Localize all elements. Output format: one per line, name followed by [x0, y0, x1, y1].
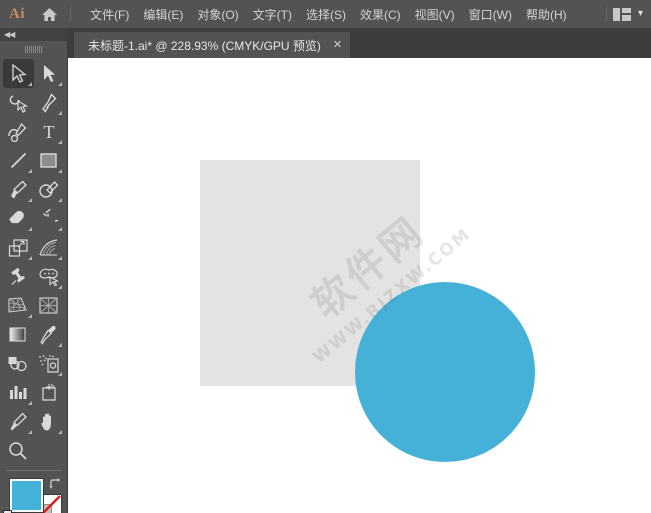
menu-select[interactable]: 选择(S) — [299, 1, 353, 28]
menu-view[interactable]: 视图(V) — [408, 1, 462, 28]
illustrator-window: Ai 文件(F) 编辑(E) 对象(O) 文字(T) 选择(S) 效果(C) 视… — [0, 0, 651, 513]
tool-blend[interactable] — [3, 349, 34, 378]
tool-curvature[interactable] — [3, 117, 34, 146]
workspace-layout-icon[interactable] — [613, 7, 631, 21]
tool-hand[interactable] — [34, 407, 65, 436]
swap-fill-stroke-icon[interactable] — [49, 477, 62, 495]
tool-shaper[interactable] — [34, 175, 65, 204]
tool-free-transform[interactable] — [3, 262, 34, 291]
menu-window[interactable]: 窗口(W) — [462, 1, 519, 28]
tool-zoom[interactable] — [3, 436, 34, 465]
tool-grid: T — [0, 57, 67, 465]
menu-item-list: 文件(F) 编辑(E) 对象(O) 文字(T) 选择(S) 效果(C) 视图(V… — [83, 1, 574, 28]
menu-divider-2 — [606, 6, 608, 22]
tool-pen[interactable] — [34, 88, 65, 117]
app-logo: Ai — [9, 5, 25, 22]
menu-help[interactable]: 帮助(H) — [519, 1, 574, 28]
tool-shape-builder[interactable] — [34, 262, 65, 291]
tool-symbol-sprayer[interactable] — [34, 349, 65, 378]
tool-artboard[interactable] — [34, 378, 65, 407]
tool-rectangle[interactable] — [34, 146, 65, 175]
ellipse-shape[interactable] — [355, 282, 535, 462]
tool-flyout-indicator — [27, 169, 32, 173]
tool-flyout-indicator — [58, 198, 62, 202]
tool-magic-wand[interactable] — [3, 88, 34, 117]
drag-grip-icon[interactable] — [0, 41, 67, 57]
tool-type[interactable]: T — [34, 117, 65, 146]
menu-bar-right: ▾ — [600, 6, 651, 22]
chevron-down-icon[interactable]: ▾ — [638, 9, 643, 19]
tool-line-segment[interactable] — [3, 146, 34, 175]
menu-type[interactable]: 文字(T) — [246, 1, 299, 28]
tool-eyedropper[interactable] — [34, 320, 65, 349]
document-tab[interactable]: 未标题-1.ai* @ 228.93% (CMYK/GPU 预览) ✕ — [74, 32, 351, 58]
tool-column-graph[interactable] — [3, 378, 34, 407]
fill-stroke-controls — [0, 475, 67, 513]
menu-edit[interactable]: 编辑(E) — [136, 1, 190, 28]
tool-paintbrush[interactable] — [3, 175, 34, 204]
menu-divider-1 — [70, 6, 71, 22]
tool-gradient[interactable] — [3, 320, 34, 349]
document-canvas[interactable]: 软件网 WWW.RJZXW.COM — [68, 58, 651, 513]
collapse-panel-icon[interactable]: ◀◀ — [4, 30, 15, 39]
tool-flyout-indicator — [27, 314, 32, 318]
tool-width[interactable] — [34, 233, 65, 262]
menu-effect[interactable]: 效果(C) — [353, 1, 408, 28]
menu-bar: Ai 文件(F) 编辑(E) 对象(O) 文字(T) 选择(S) 效果(C) 视… — [0, 0, 651, 28]
fill-swatch[interactable] — [9, 478, 44, 513]
tool-flyout-indicator — [27, 401, 32, 405]
tool-selection[interactable] — [3, 59, 34, 88]
tool-direct-selection[interactable] — [34, 59, 65, 88]
tool-flyout-indicator — [27, 430, 32, 434]
tool-flyout-indicator — [58, 430, 62, 434]
tool-eraser[interactable] — [3, 204, 34, 233]
tool-flyout-indicator — [58, 82, 62, 86]
tool-flyout-indicator — [27, 256, 32, 260]
tool-rotate[interactable] — [34, 204, 65, 233]
home-icon[interactable] — [34, 0, 64, 28]
menu-file[interactable]: 文件(F) — [83, 1, 136, 28]
document-tab-bar: 未标题-1.ai* @ 228.93% (CMYK/GPU 预览) ✕ — [68, 28, 651, 58]
tool-flyout-indicator — [58, 140, 62, 144]
artboard[interactable] — [200, 160, 535, 462]
tool-flyout-indicator — [58, 372, 62, 376]
tool-flyout-indicator — [58, 285, 62, 289]
tool-mesh[interactable] — [34, 291, 65, 320]
close-icon[interactable]: ✕ — [333, 39, 342, 51]
tools-panel-divider — [6, 470, 61, 471]
tool-flyout-indicator — [58, 256, 62, 260]
menu-object[interactable]: 对象(O) — [190, 1, 245, 28]
svg-text:T: T — [43, 122, 54, 141]
document-tab-title: 未标题-1.ai* @ 228.93% (CMYK/GPU 预览) — [88, 38, 321, 53]
tools-panel-header[interactable]: ◀◀ — [0, 28, 67, 41]
tool-flyout-indicator — [27, 198, 32, 202]
tool-flyout-indicator — [58, 169, 62, 173]
tool-flyout-indicator — [58, 343, 62, 347]
tool-perspective-grid[interactable] — [3, 291, 34, 320]
tool-flyout-indicator — [58, 111, 62, 115]
tool-scale[interactable] — [3, 233, 34, 262]
tool-flyout-indicator — [27, 82, 32, 86]
tool-flyout-indicator — [27, 227, 32, 231]
tool-slice[interactable] — [3, 407, 34, 436]
tool-flyout-indicator — [58, 227, 62, 231]
tools-panel: ◀◀ T — [0, 28, 68, 513]
